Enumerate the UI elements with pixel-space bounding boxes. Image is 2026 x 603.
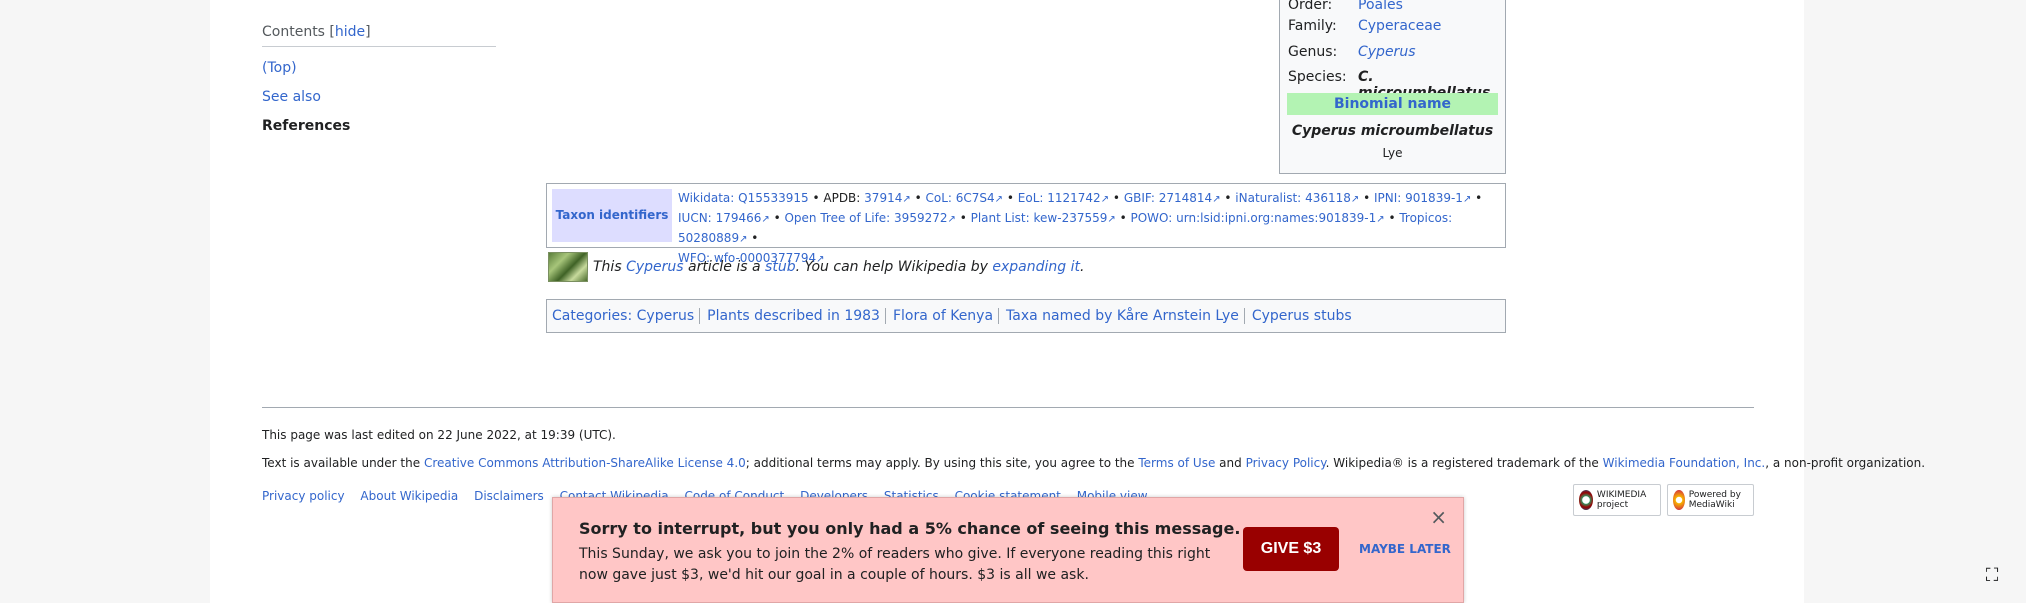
stub-middle: article is a <box>688 259 761 275</box>
banner-title: Sorry to interrupt, but you only had a 5… <box>579 519 1241 538</box>
foundation-link[interactable]: Wikimedia Foundation, Inc. <box>1603 456 1766 470</box>
infobox-label-genus: Genus: <box>1288 44 1338 60</box>
taxon-label[interactable]: EoL: <box>1018 191 1044 205</box>
binomial-authority: Lye <box>1382 146 1403 160</box>
license-prefix: Text is available under the <box>262 456 421 470</box>
infobox-label-species: Species: <box>1288 69 1347 85</box>
taxon-value[interactable]: 6C7S4 <box>956 191 995 205</box>
taxon-line-1: Wikidata: Q15533915 • APDB: 37914↗ • CoL… <box>678 191 1483 205</box>
give-button[interactable]: GIVE $3 <box>1243 527 1339 571</box>
stub-end: . <box>1079 259 1085 275</box>
taxon-line-2: IUCN: 179466↗ • Open Tree of Life: 39592… <box>678 211 1453 245</box>
trademark-text: . Wikipedia® is a registered trademark o… <box>1325 456 1599 470</box>
taxobox: Order: Poales Family: Cyperaceae Genus: … <box>1279 0 1506 174</box>
terms-link[interactable]: Terms of Use <box>1138 456 1215 470</box>
taxon-label[interactable]: Open Tree of Life: <box>784 211 890 225</box>
category-link[interactable]: Taxa named by Kåre Arnstein Lye <box>998 308 1239 324</box>
taxon-label[interactable]: Tropicos: <box>1399 211 1452 225</box>
external-link-icon: ↗ <box>1107 214 1116 225</box>
mediawiki-logo-icon <box>1673 490 1685 510</box>
taxon-value[interactable]: 901839-1 <box>1405 191 1463 205</box>
infobox-value-family[interactable]: Cyperaceae <box>1358 18 1441 34</box>
footer-link-about[interactable]: About Wikipedia <box>360 489 458 503</box>
category-link[interactable]: Flora of Kenya <box>884 308 994 324</box>
toc-heading: Contents [hide] <box>262 24 496 47</box>
taxon-value[interactable]: 179466 <box>716 211 762 225</box>
taxon-label: APDB: <box>823 191 861 205</box>
toc-title: Contents <box>262 24 325 40</box>
category-link[interactable]: Cyperus stubs <box>1243 308 1352 324</box>
stub-prefix: This <box>593 259 622 275</box>
external-link-icon: ↗ <box>994 194 1004 205</box>
stub-notice: This Cyperus article is a stub. You can … <box>548 252 1084 282</box>
external-link-icon: ↗ <box>1350 194 1360 205</box>
taxon-label[interactable]: POWO: <box>1130 211 1172 225</box>
license-text: Text is available under the Creative Com… <box>262 456 1925 470</box>
infobox-label-family: Family: <box>1288 18 1337 34</box>
taxon-label[interactable]: Wikidata: <box>678 191 734 205</box>
infobox-value-genus[interactable]: Cyperus <box>1358 44 1415 60</box>
infobox-label-order: Order: <box>1288 0 1333 13</box>
taxon-value[interactable]: 1121742 <box>1047 191 1100 205</box>
external-link-icon: ↗ <box>1376 214 1385 225</box>
taxon-label[interactable]: iNaturalist: <box>1235 191 1301 205</box>
stub-link[interactable]: stub <box>765 259 796 275</box>
external-link-icon: ↗ <box>1212 194 1221 205</box>
wikimedia-project-badge[interactable]: WIKIMEDIA project <box>1573 484 1661 516</box>
stub-genus-link[interactable]: Cyperus <box>626 259 683 275</box>
taxon-label[interactable]: IUCN: <box>678 211 712 225</box>
table-of-contents: Contents [hide] (Top) See also Reference… <box>262 24 496 134</box>
infobox-value-order[interactable]: Poales <box>1358 0 1403 13</box>
taxon-value[interactable]: 436118 <box>1305 191 1351 205</box>
license-link[interactable]: Creative Commons Attribution-ShareAlike … <box>424 456 746 470</box>
taxon-value[interactable]: kew-237559 <box>1034 211 1108 225</box>
and-text: and <box>1219 456 1242 470</box>
wikimedia-badge-text: WIKIMEDIA project <box>1596 490 1647 510</box>
fullscreen-icon[interactable]: ⛶ <box>1980 564 2004 588</box>
privacy-policy-link[interactable]: Privacy Policy <box>1246 456 1326 470</box>
maybe-later-button[interactable]: MAYBE LATER <box>1359 542 1451 556</box>
taxon-value[interactable]: 50280889 <box>678 231 739 245</box>
toc-item-top[interactable]: (Top) <box>262 60 496 76</box>
wikimedia-logo-icon <box>1579 490 1593 510</box>
fundraising-banner: Sorry to interrupt, but you only had a 5… <box>552 497 1464 603</box>
taxon-value[interactable]: 37914 <box>864 191 902 205</box>
taxon-label[interactable]: Plant List: <box>971 211 1030 225</box>
footer-link-disclaimers[interactable]: Disclaimers <box>474 489 544 503</box>
footer-divider <box>262 407 1754 408</box>
toc-item-references[interactable]: References <box>262 118 496 134</box>
expand-link[interactable]: expanding it <box>992 259 1080 275</box>
external-link-icon: ↗ <box>761 214 770 225</box>
powered-by-mediawiki-badge[interactable]: Powered by MediaWiki <box>1667 484 1754 516</box>
toc-item-see-also[interactable]: See also <box>262 89 496 105</box>
external-link-icon: ↗ <box>902 194 911 205</box>
stub-suffix: . You can help Wikipedia by <box>795 259 988 275</box>
category-link[interactable]: Plants described in 1983 <box>699 308 880 324</box>
category-link[interactable]: Cyperus <box>637 308 694 324</box>
last-edited-text: This page was last edited on 22 June 202… <box>262 428 616 442</box>
binomial-name: Cyperus microumbellatus <box>1291 123 1494 139</box>
external-link-icon: ↗ <box>947 214 956 225</box>
taxon-value[interactable]: 3959272 <box>894 211 947 225</box>
taxon-value[interactable]: Q15533915 <box>738 191 809 205</box>
toc-hide-link[interactable]: hide <box>335 24 365 40</box>
external-link-icon: ↗ <box>1100 194 1110 205</box>
binomial-name-heading[interactable]: Binomial name <box>1287 93 1498 115</box>
taxon-label[interactable]: GBIF: <box>1124 191 1155 205</box>
categories-label[interactable]: Categories: <box>552 308 632 324</box>
footer-link-privacy[interactable]: Privacy policy <box>262 489 345 503</box>
taxon-label[interactable]: IPNI: <box>1374 191 1401 205</box>
taxon-value[interactable]: 2714814 <box>1159 191 1212 205</box>
mediawiki-badge-text: Powered by MediaWiki <box>1688 490 1741 510</box>
taxon-value[interactable]: urn:lsid:ipni.org:names:901839-1 <box>1176 211 1376 225</box>
nonprofit-text: , a non-profit organization. <box>1765 456 1926 470</box>
taxon-identifiers-heading[interactable]: Taxon identifiers <box>552 189 672 242</box>
cyperus-thumbnail-image[interactable] <box>548 252 588 282</box>
license-mid: ; additional terms may apply. By using t… <box>745 456 1135 470</box>
categories-box: Categories: Cyperus Plants described in 1… <box>546 299 1506 333</box>
taxon-identifiers-box: Taxon identifiers Wikidata: Q15533915 • … <box>546 183 1506 265</box>
taxon-label[interactable]: CoL: <box>925 191 951 205</box>
banner-body: This Sunday, we ask you to join the 2% o… <box>579 546 1211 583</box>
close-icon[interactable]: × <box>1430 505 1447 529</box>
